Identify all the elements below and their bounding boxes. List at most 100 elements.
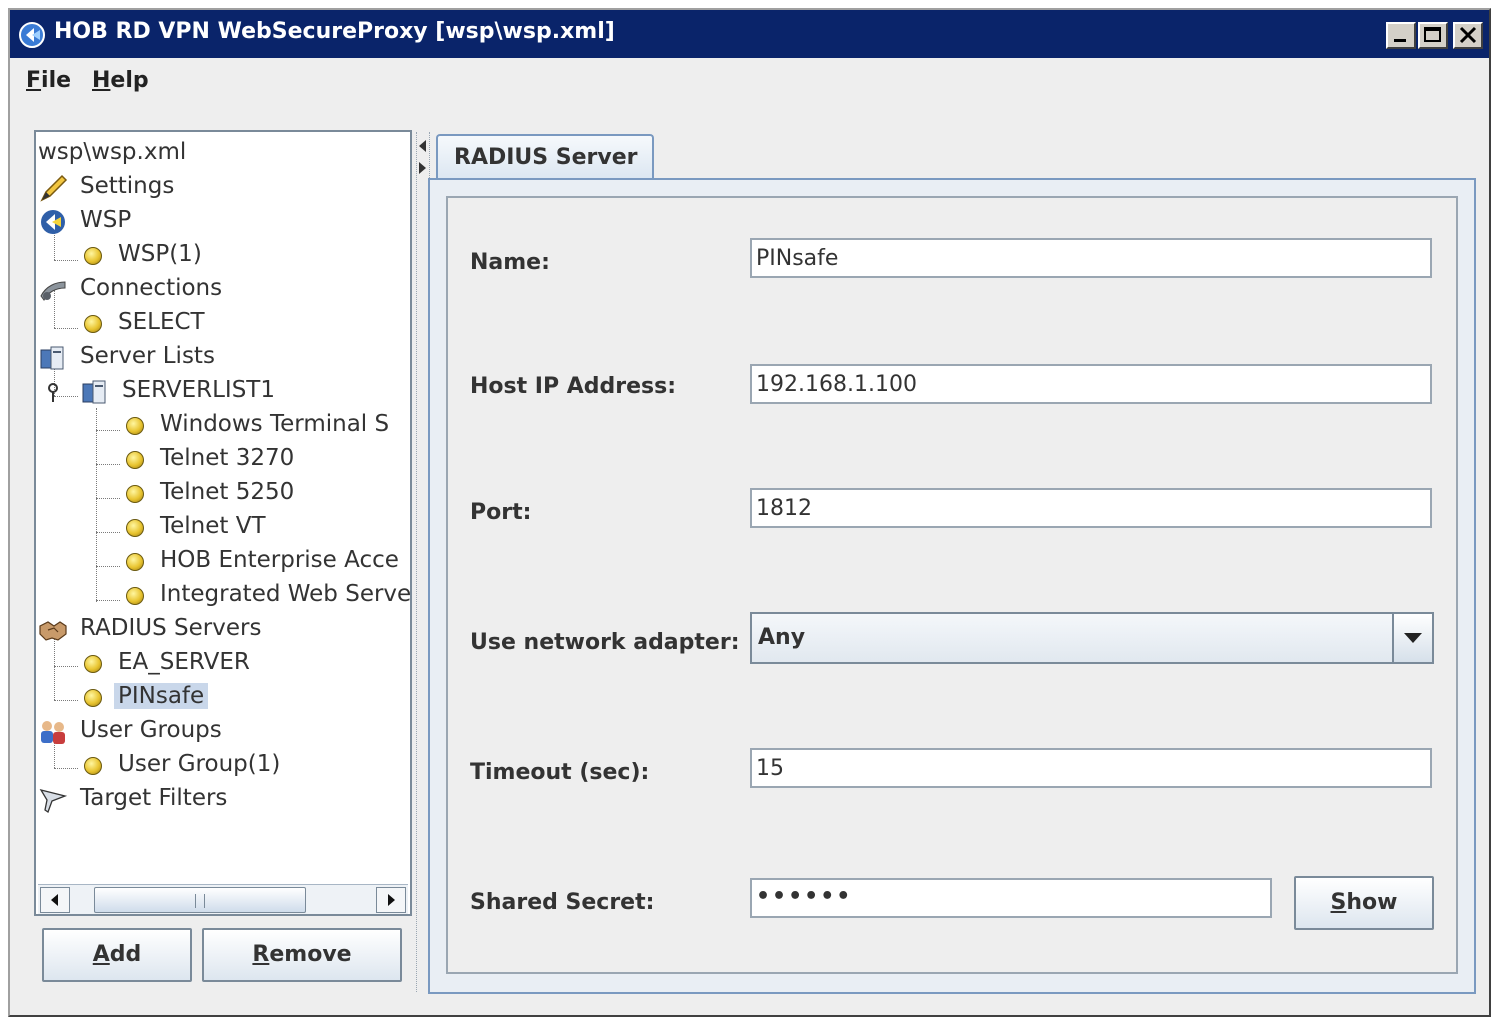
menu-file[interactable]: File bbox=[26, 68, 71, 93]
tab-radius-server[interactable]: RADIUS Server bbox=[436, 134, 654, 180]
window-title: HOB RD VPN WebSecureProxy [wsp\wsp.xml] bbox=[54, 19, 615, 44]
bullet-icon bbox=[126, 451, 144, 469]
bullet-icon bbox=[84, 655, 102, 673]
host-ip-label: Host IP Address: bbox=[470, 374, 677, 399]
tree-node-label: EA_SERVER bbox=[118, 649, 250, 675]
tree-connector bbox=[96, 600, 120, 601]
close-button[interactable] bbox=[1453, 22, 1483, 49]
tree-connector bbox=[96, 566, 120, 567]
tree-connector bbox=[96, 464, 120, 465]
tree-connector bbox=[96, 532, 120, 533]
tree-node-label: Windows Terminal S bbox=[160, 411, 390, 437]
remove-button[interactable]: Remove bbox=[202, 928, 402, 982]
user-group-icon bbox=[41, 721, 65, 744]
show-button-label: how bbox=[1346, 890, 1398, 915]
expand-handle-icon[interactable] bbox=[44, 378, 62, 406]
tree-connector bbox=[54, 666, 78, 667]
menu-help[interactable]: Help bbox=[92, 68, 149, 93]
host-ip-field[interactable]: 192.168.1.100 bbox=[750, 364, 1432, 404]
expand-right-icon[interactable] bbox=[419, 162, 426, 174]
tree-node-label: RADIUS Servers bbox=[80, 615, 262, 641]
timeout-field[interactable]: 15 bbox=[750, 748, 1432, 788]
remove-button-label: emove bbox=[269, 942, 352, 967]
collapse-left-icon[interactable] bbox=[419, 140, 426, 152]
minimize-button[interactable] bbox=[1386, 22, 1416, 49]
arrow-left-icon bbox=[51, 894, 58, 906]
details-tab-pane: RADIUS Server Name: PINsafe Host IP Addr… bbox=[428, 128, 1476, 994]
title-bar[interactable]: HOB RD VPN WebSecureProxy [wsp\wsp.xml] bbox=[10, 10, 1489, 58]
pencil-icon bbox=[40, 174, 68, 202]
tree-horizontal-scrollbar[interactable] bbox=[38, 884, 408, 914]
bullet-icon bbox=[126, 417, 144, 435]
tree-node-label-selected: PINsafe bbox=[114, 683, 209, 709]
network-adapter-value: Any bbox=[758, 625, 806, 650]
show-secret-button[interactable]: Show bbox=[1294, 876, 1434, 930]
menu-bar: File Help bbox=[10, 60, 1489, 102]
tree-node-label: WSP bbox=[80, 207, 132, 233]
tree-node-label: Server Lists bbox=[80, 343, 215, 369]
bullet-icon bbox=[84, 315, 102, 333]
bullet-icon bbox=[126, 553, 144, 571]
tree-node-label: User Groups bbox=[80, 717, 222, 743]
connections-icon bbox=[40, 281, 66, 301]
add-button-mnemonic: A bbox=[92, 942, 110, 967]
bullet-icon bbox=[126, 519, 144, 537]
server-list-icon bbox=[40, 346, 64, 370]
shared-secret-field[interactable]: •••••• bbox=[750, 878, 1272, 918]
tree-node-label: SERVERLIST1 bbox=[122, 377, 275, 403]
minimize-icon bbox=[1394, 39, 1406, 42]
close-icon bbox=[1459, 26, 1477, 44]
tree-node-label: Connections bbox=[80, 275, 223, 301]
config-tree-panel: wsp\wsp.xml Settings WSP WSP(1) Connecti… bbox=[34, 130, 412, 916]
port-label: Port: bbox=[470, 500, 532, 525]
tree-connector bbox=[54, 768, 78, 769]
tree-node-label: WSP(1) bbox=[118, 241, 202, 267]
app-logo-icon bbox=[19, 22, 45, 48]
bullet-icon bbox=[84, 247, 102, 265]
config-tree[interactable]: wsp\wsp.xml Settings WSP WSP(1) Connecti… bbox=[36, 132, 410, 880]
tree-node-label: Telnet 3270 bbox=[160, 445, 295, 471]
shared-secret-label: Shared Secret: bbox=[470, 890, 655, 915]
maximize-icon bbox=[1424, 27, 1441, 42]
scroll-thumb[interactable] bbox=[94, 887, 306, 913]
chevron-down-icon[interactable] bbox=[1392, 614, 1432, 662]
handshake-icon bbox=[39, 621, 67, 641]
wsp-logo-icon bbox=[41, 210, 65, 234]
bullet-icon bbox=[126, 485, 144, 503]
tree-node-label: Telnet 5250 bbox=[160, 479, 295, 505]
add-button-label: dd bbox=[109, 942, 142, 967]
show-button-mnemonic: S bbox=[1330, 890, 1347, 915]
tree-node-label: HOB Enterprise Acce bbox=[160, 547, 399, 573]
name-field[interactable]: PINsafe bbox=[750, 238, 1432, 278]
scroll-left-button[interactable] bbox=[40, 887, 70, 913]
server-list-icon bbox=[82, 380, 106, 404]
scroll-right-button[interactable] bbox=[376, 887, 406, 913]
tree-connector bbox=[54, 700, 78, 701]
tree-connector bbox=[54, 328, 78, 329]
app-window: HOB RD VPN WebSecureProxy [wsp\wsp.xml] … bbox=[8, 8, 1491, 1017]
network-adapter-label: Use network adapter: bbox=[470, 630, 740, 655]
menu-help-mnemonic: H bbox=[92, 68, 111, 93]
network-adapter-select[interactable]: Any bbox=[750, 612, 1434, 664]
tree-node-label: Target Filters bbox=[80, 785, 228, 811]
tree-node-label: wsp\wsp.xml bbox=[38, 139, 187, 165]
funnel-icon bbox=[39, 788, 68, 813]
grip-icon bbox=[195, 894, 205, 908]
tree-node-label: Integrated Web Serve bbox=[160, 581, 410, 607]
menu-help-label: elp bbox=[110, 68, 149, 93]
arrow-right-icon bbox=[388, 894, 395, 906]
port-field[interactable]: 1812 bbox=[750, 488, 1432, 528]
maximize-button[interactable] bbox=[1418, 22, 1448, 49]
menu-file-label: ile bbox=[41, 68, 72, 93]
menu-file-mnemonic: F bbox=[26, 68, 42, 93]
name-label: Name: bbox=[470, 250, 550, 275]
bullet-icon bbox=[126, 587, 144, 605]
tree-node-label: SELECT bbox=[118, 309, 205, 335]
bullet-icon bbox=[84, 689, 102, 707]
add-button[interactable]: Add bbox=[42, 928, 192, 982]
remove-button-mnemonic: R bbox=[252, 942, 270, 967]
tree-node-label: User Group(1) bbox=[118, 751, 281, 777]
tree-connector bbox=[96, 408, 97, 602]
timeout-label: Timeout (sec): bbox=[470, 760, 650, 785]
tree-connector bbox=[96, 498, 120, 499]
